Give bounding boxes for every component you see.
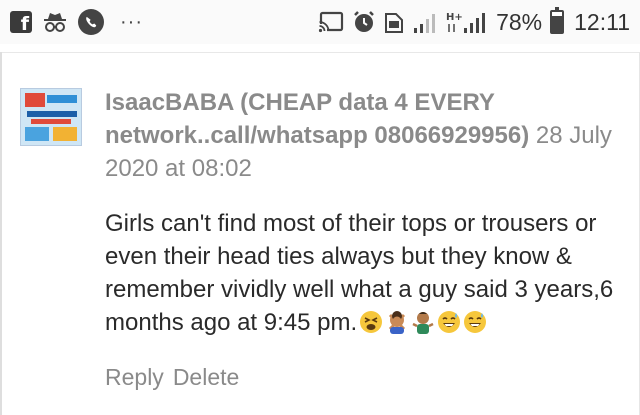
battery-icon <box>550 7 565 34</box>
grinning-sweat-emoji <box>463 310 487 334</box>
comment-card: IsaacBABA (CHEAP data 4 EVERY network..c… <box>0 44 640 415</box>
tired-face-emoji <box>359 310 383 334</box>
alarm-icon <box>354 11 374 32</box>
battery-level <box>552 16 563 32</box>
avatar-image <box>21 89 81 145</box>
battery-percent: 78% <box>496 8 543 35</box>
delete-link[interactable]: Delete <box>173 364 239 391</box>
notification-icons: f ··· <box>10 8 143 36</box>
emoji-row <box>359 310 487 334</box>
divider <box>0 52 640 53</box>
person-shrugging-emoji <box>411 310 435 334</box>
cast-icon <box>318 11 344 33</box>
facebook-icon: f <box>10 11 32 35</box>
author-name[interactable]: IsaacBABA (CHEAP data 4 EVERY network..c… <box>105 89 529 149</box>
avatar[interactable] <box>20 88 82 146</box>
comment-body: Girls can't find most of their tops or t… <box>105 207 627 339</box>
reply-link[interactable]: Reply <box>105 364 164 391</box>
hplus-label: H+ <box>446 12 463 23</box>
clock: 12:11 <box>574 8 630 35</box>
system-icons: H+ 78% 12:11 <box>318 7 630 36</box>
signal-icon <box>414 14 436 33</box>
phone-icon <box>78 9 104 35</box>
comment-header: IsaacBABA (CHEAP data 4 EVERY network..c… <box>105 86 625 185</box>
more-dots-icon: ··· <box>120 11 143 33</box>
incognito-icon <box>44 13 66 32</box>
comment-actions: Reply Delete <box>105 364 239 391</box>
grinning-sweat-emoji <box>437 310 461 334</box>
data-saver-icon <box>385 13 404 33</box>
hplus-signal-icon: H+ <box>446 12 486 33</box>
status-bar: f ··· H+ 78% 12:11 <box>0 0 640 44</box>
person-gesturing-no-emoji <box>385 310 409 334</box>
thread-line <box>0 52 2 415</box>
